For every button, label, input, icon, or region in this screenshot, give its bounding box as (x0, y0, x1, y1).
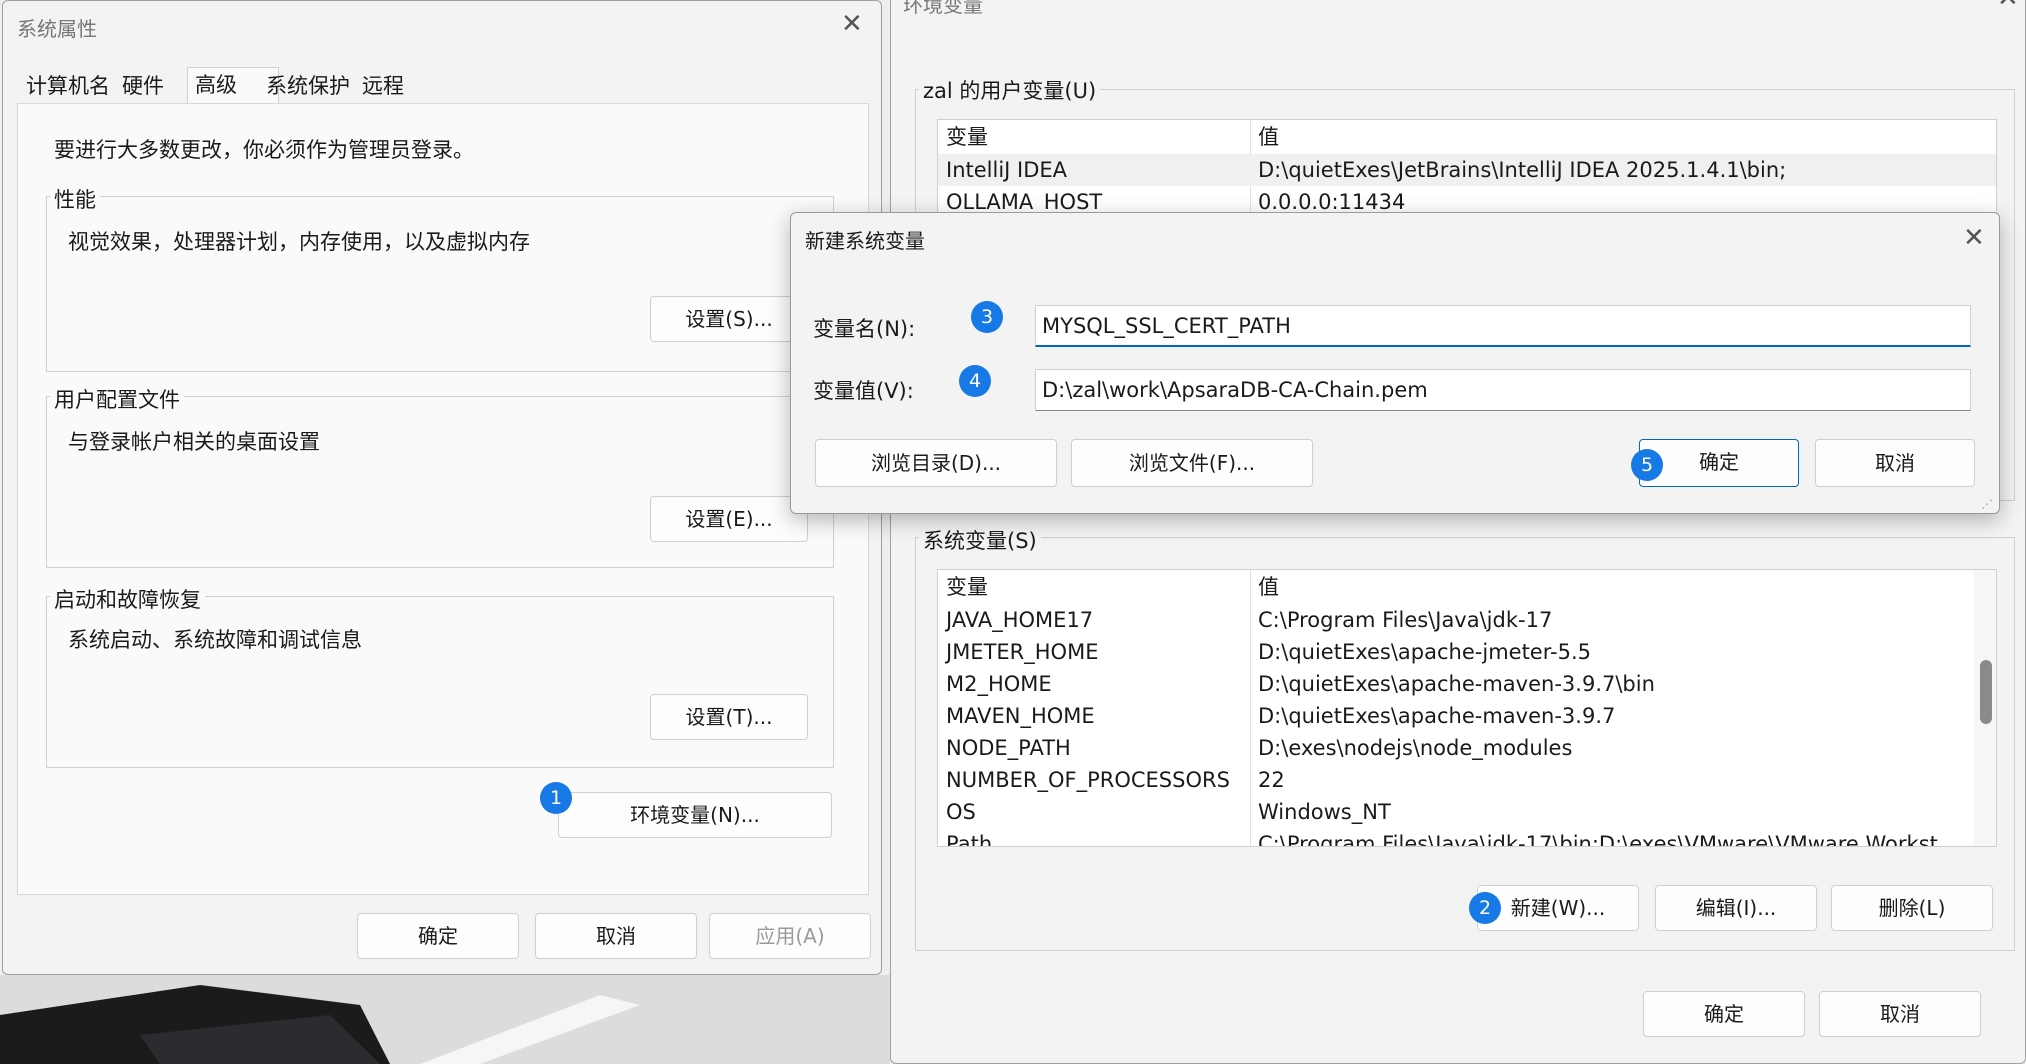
dialog-title: 新建系统变量 (805, 229, 925, 253)
row-value: D:\exes\nodejs\node_modules (1258, 736, 1573, 760)
row-name: OS (946, 800, 976, 824)
table-row[interactable]: IntelliJ IDEA D:\quietExes\JetBrains\Int… (938, 154, 1996, 186)
performance-legend: 性能 (50, 184, 100, 214)
ok-button[interactable]: 确定 (1639, 439, 1799, 487)
cancel-button[interactable]: 取消 (535, 913, 697, 959)
row-value: C:\Program Files\Java\jdk-17\bin;D:\exes… (1258, 832, 1958, 847)
row-name: Path (946, 832, 993, 847)
table-row[interactable]: MAVEN_HOME D:\quietExes\apache-maven-3.9.… (938, 700, 1996, 732)
row-value: Windows_NT (1258, 800, 1391, 824)
user-profiles-group (46, 396, 834, 568)
user-profiles-legend: 用户配置文件 (50, 384, 184, 414)
performance-desc: 视觉效果，处理器计划，内存使用，以及虚拟内存 (68, 230, 530, 254)
row-name: JAVA_HOME17 (946, 608, 1094, 632)
row-name: IntelliJ IDEA (946, 158, 1068, 182)
tab-system-protection[interactable]: 系统保护 (259, 69, 357, 103)
step-badge-5: 5 (1631, 449, 1663, 481)
environment-variables-window: 环境变量 ✕ zal 的用户变量(U) 变量 值 IntelliJ IDEA D… (890, 0, 2026, 1064)
cancel-button[interactable]: 取消 (1819, 991, 1981, 1037)
system-variables-legend: 系统变量(S) (919, 525, 1041, 555)
tab-hardware[interactable]: 硬件 (115, 69, 171, 103)
ok-button[interactable]: 确定 (1643, 991, 1805, 1037)
tab-remote[interactable]: 远程 (355, 69, 411, 103)
admin-note: 要进行大多数更改，你必须作为管理员登录。 (54, 138, 474, 162)
header-value: 值 (1258, 125, 1279, 149)
startup-recovery-group (46, 596, 834, 768)
step-badge-3: 3 (971, 301, 1003, 333)
delete-system-variable-button[interactable]: 删除(L) (1831, 885, 1993, 931)
environment-variables-button[interactable]: 环境变量(N)... (558, 792, 832, 838)
table-header: 变量 值 (938, 570, 1996, 604)
variable-name-input[interactable]: MYSQL_SSL_CERT_PATH (1035, 305, 1971, 347)
row-value: 22 (1258, 768, 1285, 792)
row-name: JMETER_HOME (946, 640, 1099, 664)
tab-computer-name[interactable]: 计算机名 (19, 69, 117, 103)
row-name: NODE_PATH (946, 736, 1071, 760)
advanced-tab-panel: 要进行大多数更改，你必须作为管理员登录。 性能 视觉效果，处理器计划，内存使用，… (17, 103, 869, 895)
cancel-button[interactable]: 取消 (1815, 439, 1975, 487)
window-title: 环境变量 (903, 0, 983, 17)
row-value: D:\quietExes\JetBrains\IntelliJ IDEA 202… (1258, 158, 1787, 182)
user-profiles-settings-button[interactable]: 设置(E)... (650, 496, 808, 542)
step-badge-4: 4 (959, 365, 991, 397)
table-row[interactable]: NUMBER_OF_PROCESSORS 22 (938, 764, 1996, 796)
system-variables-table[interactable]: 变量 值 JAVA_HOME17 C:\Program Files\Java\jd… (937, 569, 1997, 847)
table-row[interactable]: OS Windows_NT (938, 796, 1996, 828)
row-name: M2_HOME (946, 672, 1052, 696)
variable-value-label: 变量值(V): (813, 379, 914, 403)
user-variables-table[interactable]: 变量 值 IntelliJ IDEA D:\quietExes\JetBrain… (937, 119, 1997, 219)
table-row[interactable]: NODE_PATH D:\exes\nodejs\node_modules (938, 732, 1996, 764)
new-system-variable-button[interactable]: 新建(W)... (1477, 885, 1639, 931)
row-value: C:\Program Files\Java\jdk-17 (1258, 608, 1553, 632)
new-system-variable-dialog: 新建系统变量 ✕ 变量名(N): 3 MYSQL_SSL_CERT_PATH 变… (790, 212, 2000, 514)
apply-button[interactable]: 应用(A) (709, 913, 871, 959)
system-properties-window: 系统属性 ✕ 计算机名 硬件 高级 系统保护 远程 要进行大多数更改，你必须作为… (2, 0, 882, 975)
table-row[interactable]: Path C:\Program Files\Java\jdk-17\bin;D:\… (938, 828, 1996, 847)
scrollbar-thumb[interactable] (1980, 660, 1992, 724)
close-icon[interactable]: ✕ (1997, 0, 2019, 13)
edit-system-variable-button[interactable]: 编辑(I)... (1655, 885, 1817, 931)
browse-directory-button[interactable]: 浏览目录(D)... (815, 439, 1057, 487)
row-value: D:\quietExes\apache-maven-3.9.7 (1258, 704, 1616, 728)
startup-recovery-settings-button[interactable]: 设置(T)... (650, 694, 808, 740)
close-icon[interactable]: ✕ (841, 9, 863, 39)
user-profiles-desc: 与登录帐户相关的桌面设置 (68, 430, 320, 454)
step-badge-2: 2 (1469, 892, 1501, 924)
table-header: 变量 值 (938, 120, 1996, 154)
startup-recovery-legend: 启动和故障恢复 (50, 584, 205, 614)
user-variables-legend: zal 的用户变量(U) (919, 75, 1101, 105)
variable-value-input[interactable]: D:\zal\work\ApsaraDB-CA-Chain.pem (1035, 369, 1971, 411)
row-value: D:\quietExes\apache-jmeter-5.5 (1258, 640, 1591, 664)
step-badge-1: 1 (540, 782, 572, 814)
startup-recovery-desc: 系统启动、系统故障和调试信息 (68, 628, 362, 652)
header-value: 值 (1258, 575, 1279, 599)
table-row[interactable]: JMETER_HOME D:\quietExes\apache-jmeter-5.… (938, 636, 1996, 668)
header-variable: 变量 (946, 575, 988, 599)
desktop-background (0, 975, 890, 1064)
table-row[interactable]: M2_HOME D:\quietExes\apache-maven-3.9.7\b… (938, 668, 1996, 700)
browse-file-button[interactable]: 浏览文件(F)... (1071, 439, 1313, 487)
performance-group (46, 196, 834, 372)
header-variable: 变量 (946, 125, 988, 149)
close-icon[interactable]: ✕ (1963, 223, 1985, 253)
row-name: MAVEN_HOME (946, 704, 1095, 728)
table-row[interactable]: JAVA_HOME17 C:\Program Files\Java\jdk-17 (938, 604, 1996, 636)
row-name: NUMBER_OF_PROCESSORS (946, 768, 1230, 792)
variable-name-label: 变量名(N): (813, 317, 916, 341)
performance-settings-button[interactable]: 设置(S)... (650, 296, 808, 342)
row-value: D:\quietExes\apache-maven-3.9.7\bin (1258, 672, 1655, 696)
background-art (0, 985, 640, 1064)
ok-button[interactable]: 确定 (357, 913, 519, 959)
resize-grip-icon[interactable]: ⋰ (1981, 497, 1993, 511)
window-title: 系统属性 (17, 17, 97, 41)
